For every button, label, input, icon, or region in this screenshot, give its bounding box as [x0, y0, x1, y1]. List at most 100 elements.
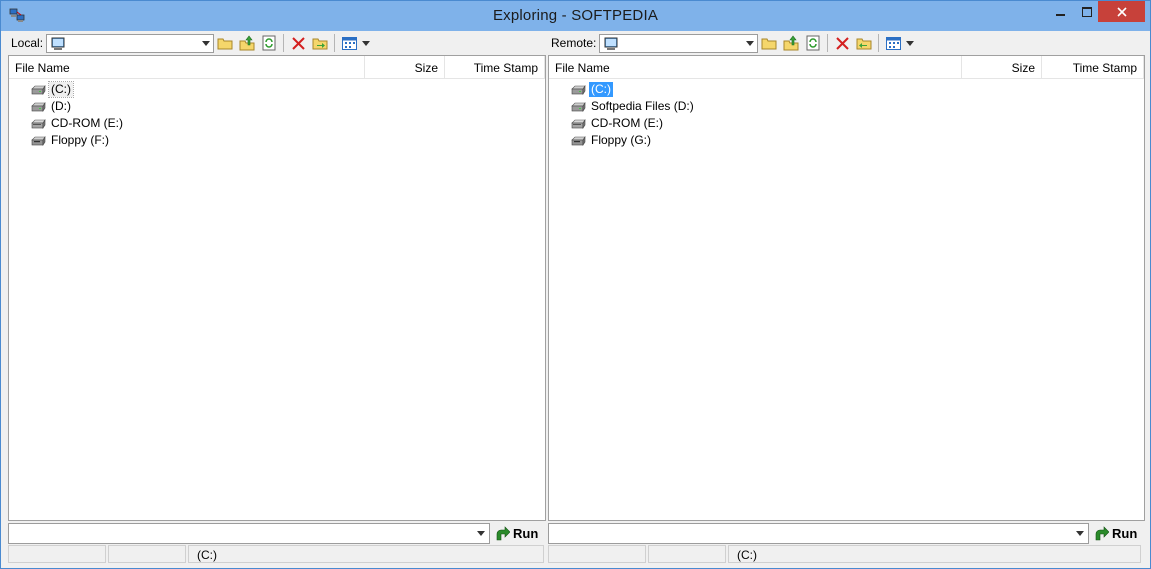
local-path-combo[interactable]	[46, 33, 215, 53]
drive-item[interactable]: Floppy (G:)	[571, 132, 696, 149]
view-dropdown-icon	[362, 40, 371, 46]
drive-item[interactable]: Softpedia Files (D:)	[571, 98, 696, 115]
hard-drive-icon	[31, 84, 46, 95]
local-drive-list: (C:) (D:) CD-ROM (E:) Floppy (F:)	[31, 81, 125, 149]
refresh-button[interactable]	[802, 32, 824, 54]
column-time-stamp[interactable]: Time Stamp	[445, 56, 545, 78]
chevron-down-icon	[1076, 530, 1084, 536]
floppy-drive-icon	[31, 135, 46, 146]
drive-label: CD-ROM (E:)	[51, 116, 123, 130]
toolbar-separator	[283, 34, 285, 52]
drive-label: CD-ROM (E:)	[591, 116, 663, 130]
remote-command-bar: Run	[548, 522, 1145, 544]
open-folder-button[interactable]	[214, 32, 236, 54]
minimize-icon	[1056, 13, 1065, 16]
local-toolbar: Local:	[8, 31, 546, 55]
view-button[interactable]	[882, 32, 904, 54]
local-label: Local:	[11, 36, 44, 50]
drive-item[interactable]: CD-ROM (E:)	[31, 115, 125, 132]
local-command-input[interactable]	[8, 522, 490, 544]
local-command-bar: Run	[8, 522, 546, 544]
maximize-button[interactable]	[1073, 1, 1100, 22]
drive-item[interactable]: (C:)	[31, 81, 125, 98]
drive-item[interactable]: Floppy (F:)	[31, 132, 125, 149]
close-button[interactable]	[1098, 1, 1145, 22]
local-file-list[interactable]: File Name Size Time Stamp (C:) (D:) CD-ROM…	[8, 55, 546, 521]
local-list-header: File Name Size Time Stamp	[9, 56, 545, 79]
remote-label: Remote:	[551, 36, 597, 50]
parent-folder-button[interactable]	[236, 32, 258, 54]
floppy-drive-icon	[571, 135, 586, 146]
view-dropdown-icon	[906, 40, 915, 46]
minimize-button[interactable]	[1047, 1, 1074, 22]
open-folder-button[interactable]	[758, 32, 780, 54]
remote-command-input[interactable]	[548, 522, 1089, 544]
hard-drive-icon	[571, 101, 586, 112]
view-dropdown-button[interactable]	[360, 32, 372, 54]
status-cell	[108, 545, 186, 563]
drive-item[interactable]: CD-ROM (E:)	[571, 115, 696, 132]
transfer-button[interactable]	[309, 32, 331, 54]
status-cell	[8, 545, 106, 563]
delete-icon	[836, 36, 849, 50]
chevron-down-icon	[202, 40, 211, 46]
drive-label: Softpedia Files (D:)	[591, 99, 694, 113]
up-folder-icon	[239, 35, 255, 51]
column-size[interactable]: Size	[365, 56, 445, 78]
folder-icon	[761, 38, 777, 50]
window-title: Exploring - SOFTPEDIA	[492, 7, 659, 24]
view-button[interactable]	[338, 32, 360, 54]
toolbar-separator	[827, 34, 829, 52]
transfer-icon	[856, 38, 872, 50]
remote-drive-list: (C:) Softpedia Files (D:) CD-ROM (E:) Flopp…	[571, 81, 696, 149]
close-icon	[1116, 6, 1127, 17]
refresh-icon	[262, 35, 276, 51]
maximize-icon	[1081, 6, 1092, 17]
transfer-icon	[312, 38, 328, 50]
computer-icon	[51, 37, 65, 50]
chevron-down-icon	[746, 40, 755, 46]
hard-drive-icon	[571, 84, 586, 95]
column-time-stamp[interactable]: Time Stamp	[1042, 56, 1144, 78]
drive-item[interactable]: (C:)	[571, 81, 696, 98]
status-cell	[548, 545, 646, 563]
drive-label: Floppy (F:)	[51, 133, 110, 147]
app-window: Exploring - SOFTPEDIA Local: File Name S…	[0, 0, 1151, 569]
remote-toolbar: Remote:	[548, 31, 1145, 55]
transfer-button[interactable]	[853, 32, 875, 54]
refresh-button[interactable]	[258, 32, 280, 54]
column-size[interactable]: Size	[962, 56, 1042, 78]
chevron-down-icon	[477, 530, 485, 536]
drive-label: (D:)	[51, 99, 71, 113]
toolbar-separator	[878, 34, 880, 52]
column-file-name[interactable]: File Name	[549, 56, 962, 78]
local-run-button[interactable]: Run	[494, 522, 538, 544]
drive-label: Floppy (G:)	[591, 133, 652, 147]
run-label: Run	[1112, 525, 1138, 541]
run-label: Run	[513, 525, 539, 541]
delete-icon	[291, 36, 305, 50]
computer-icon	[604, 37, 618, 50]
delete-button[interactable]	[831, 32, 853, 54]
view-dropdown-button[interactable]	[904, 32, 916, 54]
view-icon	[341, 36, 357, 50]
delete-button[interactable]	[287, 32, 309, 54]
remote-file-list[interactable]: File Name Size Time Stamp (C:) Softpedia …	[548, 55, 1145, 521]
cdrom-drive-icon	[31, 118, 46, 129]
remote-path-combo[interactable]	[599, 33, 759, 53]
drive-item[interactable]: (D:)	[31, 98, 125, 115]
cdrom-drive-icon	[571, 118, 586, 129]
local-status-bar: (C:)	[8, 545, 546, 565]
status-cell	[648, 545, 726, 563]
toolbar-separator	[334, 34, 336, 52]
up-folder-icon	[783, 35, 799, 51]
remote-list-header: File Name Size Time Stamp	[549, 56, 1144, 79]
column-file-name[interactable]: File Name	[9, 56, 365, 78]
remote-run-button[interactable]: Run	[1093, 522, 1137, 544]
remote-status-bar: (C:)	[548, 545, 1145, 565]
title-bar[interactable]: Exploring - SOFTPEDIA	[1, 1, 1150, 31]
parent-folder-button[interactable]	[780, 32, 802, 54]
run-arrow-icon	[496, 525, 510, 540]
folder-icon	[217, 38, 233, 50]
drive-label: (C:)	[48, 81, 74, 98]
